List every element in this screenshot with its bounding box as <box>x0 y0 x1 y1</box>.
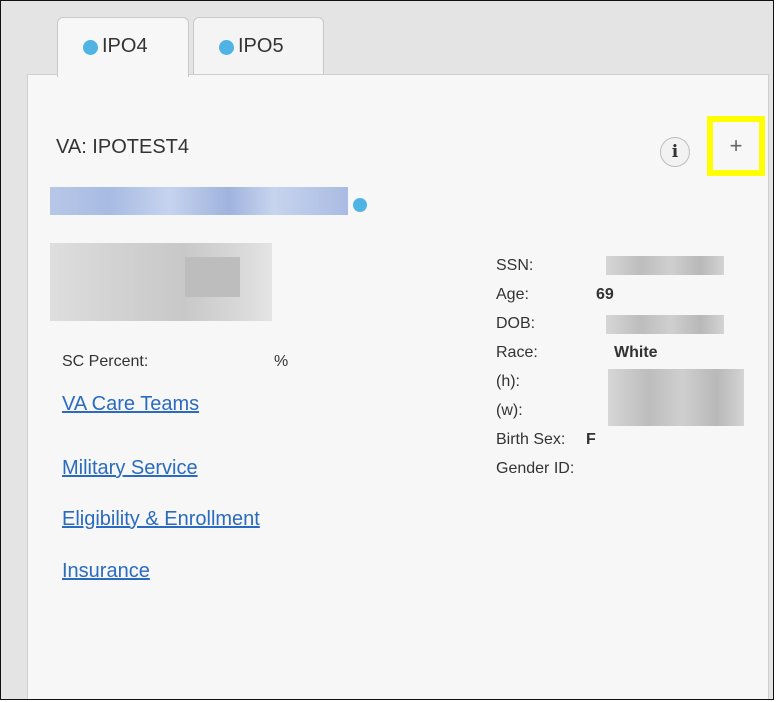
va-care-teams-link[interactable]: VA Care Teams <box>62 393 199 416</box>
ssn-value-redacted <box>606 256 724 275</box>
info-icon: i <box>671 142 679 162</box>
birth-sex-value: F <box>586 431 596 448</box>
dob-value-redacted <box>606 315 724 334</box>
plus-icon: + <box>729 133 743 158</box>
dob-label: DOB: <box>496 315 536 332</box>
patient-name-redacted <box>50 187 348 215</box>
patient-details-redacted <box>50 243 272 321</box>
status-dot-icon <box>219 40 234 55</box>
ssn-label: SSN: <box>496 257 534 274</box>
age-label: Age: <box>496 286 529 303</box>
home-phone-label: (h): <box>496 373 520 390</box>
status-dot-icon <box>353 198 367 212</box>
tab-label: IPO4 <box>102 35 148 57</box>
add-button[interactable]: + <box>707 116 765 176</box>
info-button[interactable]: i <box>660 137 690 167</box>
sc-percent-label: SC Percent: <box>62 353 149 370</box>
eligibility-enrollment-link[interactable]: Eligibility & Enrollment <box>62 508 260 531</box>
page-title: VA: IPOTEST4 <box>56 136 189 158</box>
phone-values-redacted <box>608 369 744 426</box>
work-phone-label: (w): <box>496 402 523 419</box>
age-value: 69 <box>596 286 614 303</box>
tab-label: IPO5 <box>238 35 284 57</box>
race-value: White <box>614 344 658 361</box>
sc-percent-value: % <box>274 353 289 370</box>
tab-ipo4[interactable]: IPO4 <box>57 17 189 77</box>
tab-ipo5[interactable]: IPO5 <box>193 17 324 75</box>
patient-panel: VA: IPOTEST4 i + SC Percent: % VA Care T… <box>27 74 769 699</box>
military-service-link[interactable]: Military Service <box>62 457 198 480</box>
status-dot-icon <box>83 40 98 55</box>
window-frame: IPO4 IPO5 VA: IPOTEST4 i + SC Percent: %… <box>0 0 774 700</box>
insurance-link[interactable]: Insurance <box>62 560 150 583</box>
gender-id-label: Gender ID: <box>496 460 575 477</box>
birth-sex-label: Birth Sex: <box>496 431 566 448</box>
race-label: Race: <box>496 344 538 361</box>
